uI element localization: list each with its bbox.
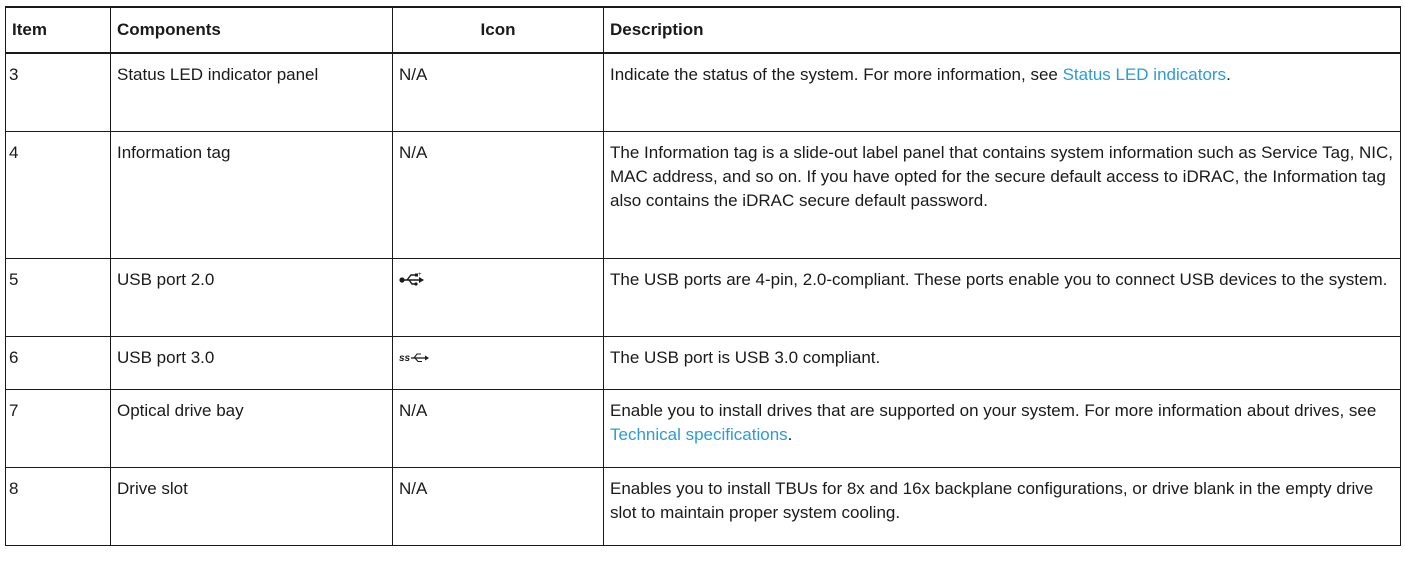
description: The USB port is USB 3.0 compliant. <box>603 335 1401 390</box>
table-row: 7 Optical drive bay N/A Enable you to in… <box>5 388 1401 468</box>
table-header-row: Item Components Icon Description <box>5 6 1401 54</box>
component-name: Status LED indicator panel <box>110 52 393 132</box>
table-row: 5 USB port 2.0 + The USB ports are 4-pin… <box>5 257 1401 337</box>
description: The USB ports are 4-pin, 2.0-compliant. … <box>603 257 1401 337</box>
description: The Information tag is a slide-out label… <box>603 130 1401 259</box>
header-icon: Icon <box>392 6 604 54</box>
table-row: 3 Status LED indicator panel N/A Indicat… <box>5 52 1401 132</box>
table-row: 6 USB port 3.0 ss The USB port is USB 3.… <box>5 335 1401 390</box>
usb-icon-cell: ss <box>392 335 604 390</box>
usb-2-icon: + <box>399 272 424 286</box>
component-name: USB port 2.0 <box>110 257 393 337</box>
component-name: USB port 3.0 <box>110 335 393 390</box>
item-number: 6 <box>5 335 111 390</box>
icon-na: N/A <box>392 52 604 132</box>
item-number: 8 <box>5 466 111 546</box>
description: Enable you to install drives that are su… <box>603 388 1401 468</box>
table-row: 4 Information tag N/A The Information ta… <box>5 130 1401 259</box>
item-number: 5 <box>5 257 111 337</box>
item-number: 4 <box>5 130 111 259</box>
description-suffix: . <box>1226 65 1231 84</box>
usb-icon-cell: + <box>392 257 604 337</box>
component-name: Drive slot <box>110 466 393 546</box>
description-text: Indicate the status of the system. For m… <box>610 65 1063 84</box>
item-number: 3 <box>5 52 111 132</box>
component-name: Information tag <box>110 130 393 259</box>
icon-na: N/A <box>392 388 604 468</box>
icon-na: N/A <box>392 130 604 259</box>
usb-3-superspeed-icon: ss <box>399 353 429 364</box>
svg-text:ss: ss <box>399 353 411 364</box>
technical-specifications-link[interactable]: Technical specifications <box>610 425 788 444</box>
status-led-indicators-link[interactable]: Status LED indicators <box>1063 65 1226 84</box>
description-text: Enable you to install drives that are su… <box>610 400 1377 420</box>
header-components: Components <box>110 6 393 54</box>
component-name: Optical drive bay <box>110 388 393 468</box>
svg-text:+: + <box>418 272 422 278</box>
components-table: Item Components Icon Description 3 Statu… <box>5 6 1401 546</box>
description: Enables you to install TBUs for 8x and 1… <box>603 466 1401 546</box>
description: Indicate the status of the system. For m… <box>603 52 1401 132</box>
item-number: 7 <box>5 388 111 468</box>
header-description: Description <box>603 6 1401 54</box>
icon-na: N/A <box>392 466 604 546</box>
description-suffix: . <box>787 424 793 444</box>
table-row: 8 Drive slot N/A Enables you to install … <box>5 466 1401 546</box>
header-item: Item <box>5 6 111 54</box>
